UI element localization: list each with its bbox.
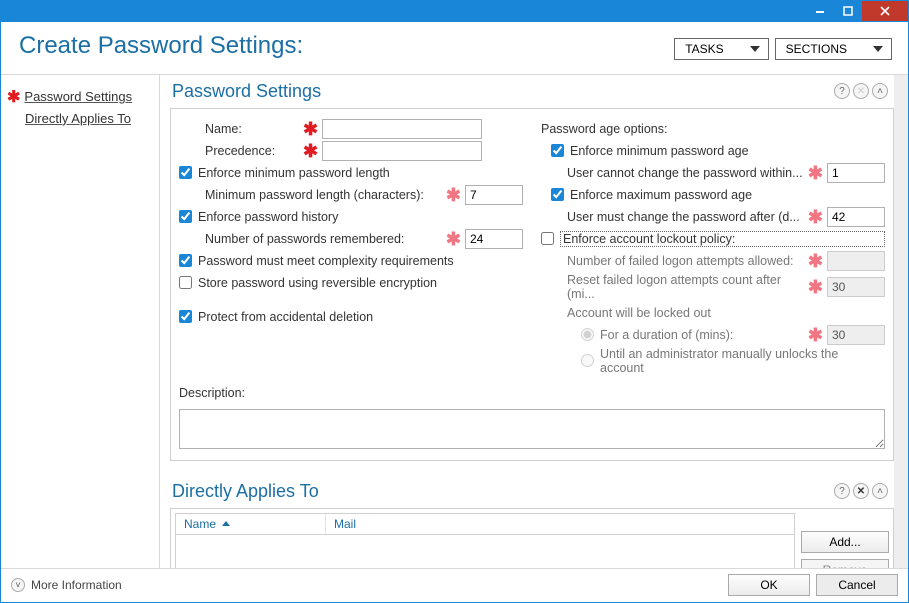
sections-dropdown[interactable]: SECTIONS bbox=[775, 38, 892, 60]
reset-count-input bbox=[827, 277, 885, 297]
reversible-checkbox[interactable] bbox=[179, 276, 192, 289]
name-label: Name: bbox=[205, 122, 299, 136]
name-input[interactable] bbox=[322, 119, 482, 139]
sidebar-item-password-settings[interactable]: ✱Password Settings bbox=[7, 85, 155, 109]
tasks-dropdown[interactable]: TASKS bbox=[674, 38, 768, 60]
enforce-min-length-checkbox[interactable] bbox=[179, 166, 192, 179]
applies-table-body bbox=[175, 535, 795, 568]
sidebar-item-directly-applies-to[interactable]: Directly Applies To bbox=[7, 109, 155, 128]
until-admin-radio bbox=[581, 354, 594, 367]
enforce-min-age-checkbox[interactable] bbox=[551, 144, 564, 157]
minimize-button[interactable] bbox=[806, 1, 834, 21]
help-icon[interactable]: ? bbox=[834, 83, 850, 99]
close-panel-icon[interactable]: ✕ bbox=[853, 483, 869, 499]
password-settings-title: Password Settings bbox=[172, 81, 321, 102]
titlebar bbox=[1, 1, 908, 22]
duration-input bbox=[827, 325, 885, 345]
age-options-label: Password age options: bbox=[541, 122, 667, 136]
required-icon: ✱ bbox=[804, 281, 827, 293]
required-icon: ✱ bbox=[442, 189, 465, 201]
column-name[interactable]: Name bbox=[176, 514, 326, 534]
required-icon: ✱ bbox=[804, 211, 827, 223]
cancel-button[interactable]: Cancel bbox=[816, 574, 898, 596]
required-icon: ✱ bbox=[7, 87, 20, 107]
required-icon: ✱ bbox=[804, 167, 827, 179]
required-icon: ✱ bbox=[299, 123, 322, 135]
enforce-history-checkbox[interactable] bbox=[179, 210, 192, 223]
min-length-input[interactable] bbox=[465, 185, 523, 205]
collapse-icon[interactable]: ˄ bbox=[872, 83, 888, 99]
failed-attempts-input bbox=[827, 251, 885, 271]
ok-button[interactable]: OK bbox=[728, 574, 810, 596]
page-title: Create Password Settings: bbox=[19, 32, 303, 60]
precedence-label: Precedence: bbox=[205, 144, 299, 158]
collapse-icon[interactable]: ˄ bbox=[872, 483, 888, 499]
required-icon: ✱ bbox=[299, 145, 322, 157]
chevron-down-icon bbox=[873, 46, 883, 52]
close-button[interactable] bbox=[862, 1, 908, 21]
remove-button[interactable]: Remove bbox=[801, 559, 889, 568]
chevron-down-icon bbox=[750, 46, 760, 52]
maximize-button[interactable] bbox=[834, 1, 862, 21]
close-panel-icon[interactable]: ✕ bbox=[853, 83, 869, 99]
enforce-max-age-checkbox[interactable] bbox=[551, 188, 564, 201]
max-age-input[interactable] bbox=[827, 207, 885, 227]
scrollbar[interactable] bbox=[894, 75, 908, 568]
required-icon: ✱ bbox=[442, 233, 465, 245]
add-button[interactable]: Add... bbox=[801, 531, 889, 553]
help-icon[interactable]: ? bbox=[834, 483, 850, 499]
history-input[interactable] bbox=[465, 229, 523, 249]
chevron-down-icon: ˅ bbox=[11, 578, 25, 592]
sidebar: ✱Password Settings Directly Applies To bbox=[1, 75, 159, 568]
column-mail[interactable]: Mail bbox=[326, 514, 794, 534]
sort-asc-icon bbox=[222, 521, 230, 526]
required-icon: ✱ bbox=[804, 255, 827, 267]
required-icon: ✱ bbox=[804, 329, 827, 341]
lockout-checkbox[interactable] bbox=[541, 232, 554, 245]
description-label: Description: bbox=[179, 386, 245, 400]
directly-applies-to-title: Directly Applies To bbox=[172, 481, 319, 502]
applies-table-header: Name Mail bbox=[175, 513, 795, 535]
description-input[interactable] bbox=[179, 409, 885, 449]
protect-checkbox[interactable] bbox=[179, 310, 192, 323]
precedence-input[interactable] bbox=[322, 141, 482, 161]
duration-radio bbox=[581, 328, 594, 341]
more-information-toggle[interactable]: ˅ More Information bbox=[11, 578, 122, 592]
complexity-checkbox[interactable] bbox=[179, 254, 192, 267]
min-age-input[interactable] bbox=[827, 163, 885, 183]
